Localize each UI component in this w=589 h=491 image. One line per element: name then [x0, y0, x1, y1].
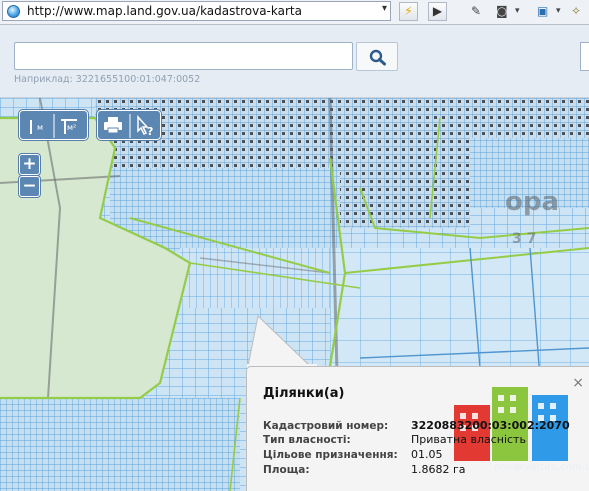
search-button[interactable] [356, 42, 398, 71]
zoom-in-button[interactable]: + [19, 154, 40, 175]
chevron-down-icon[interactable]: ▾ [515, 2, 520, 21]
search-icon [369, 49, 386, 66]
ruler-unit: м [37, 123, 44, 132]
tools-icon[interactable]: ✧ [571, 2, 581, 21]
purpose-value: 01.05 [411, 448, 443, 461]
lightning-icon[interactable]: ⚡ [399, 2, 418, 21]
translate-icon[interactable]: ▣ [537, 2, 548, 21]
url-text: http://www.map.land.gov.ua/kadastrova-ka… [27, 4, 302, 18]
area-tool-button[interactable]: м² [54, 110, 88, 140]
go-arrow-icon[interactable]: ▶ [428, 2, 447, 21]
globe-icon [7, 5, 20, 18]
watermark-text: novakvartira.com.ua [494, 462, 589, 473]
pencil-icon[interactable]: ✎ [471, 2, 481, 21]
search-panel: Наприклад: 3221655100:01:047:0052 [0, 25, 589, 98]
cadastral-search-input[interactable] [14, 42, 353, 70]
secondary-input[interactable] [580, 42, 589, 71]
chevron-down-icon[interactable]: ▾ [556, 2, 561, 21]
address-bar[interactable]: http://www.map.land.gov.ua/kadastrova-ka… [2, 1, 391, 21]
print-button[interactable] [97, 110, 129, 140]
popup-title: Ділянки(а) [263, 386, 345, 401]
ownership-type-value: Приватна власність [411, 433, 526, 446]
camera-icon[interactable]: ◙ [496, 2, 508, 21]
cursor-question-icon: ? [137, 115, 153, 138]
purpose-label: Цільове призначення: [263, 449, 398, 461]
svg-text:?: ? [147, 125, 153, 138]
search-hint: Наприклад: 3221655100:01:047:0052 [14, 74, 201, 85]
parcel-info-popup: Ділянки(а) × Кадастровий номер: 32208832… [246, 366, 589, 491]
ownership-type-label: Тип власності: [263, 434, 351, 446]
printer-icon [104, 117, 122, 134]
area-label: Площа: [263, 464, 310, 476]
cadastral-number-label: Кадастровий номер: [263, 420, 389, 432]
close-icon[interactable]: × [572, 376, 584, 390]
zoom-out-button[interactable]: − [19, 176, 40, 197]
cadastral-number-value: 3220883200:03:002:2070 [411, 419, 570, 432]
area-unit: м² [67, 123, 77, 132]
area-value: 1.8682 га [411, 463, 466, 476]
browser-toolbar: http://www.map.land.gov.ua/kadastrova-ka… [0, 0, 589, 25]
identify-button[interactable]: ? [129, 110, 161, 140]
ruler-tool-button[interactable]: м [19, 110, 53, 140]
chevron-down-icon[interactable]: ▾ [382, 3, 387, 14]
